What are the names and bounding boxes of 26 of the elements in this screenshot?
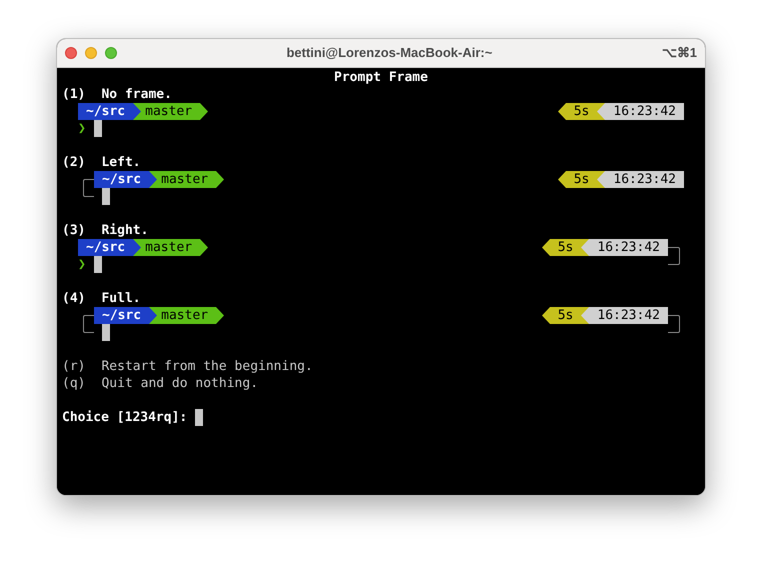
option-key: (3) xyxy=(62,222,86,239)
option-key: (2) xyxy=(62,154,86,171)
option-key: (1) xyxy=(62,86,86,103)
minimize-button[interactable] xyxy=(85,47,97,59)
window-shortcut: ⌥⌘1 xyxy=(662,44,697,62)
cursor xyxy=(102,188,110,205)
close-button[interactable] xyxy=(65,47,77,59)
option-key: (4) xyxy=(62,290,86,307)
cursor xyxy=(94,256,102,273)
prompt-symbol: ❯ xyxy=(78,256,86,273)
cursor xyxy=(94,120,102,137)
cursor xyxy=(102,324,110,341)
command-label: Restart from the beginning. xyxy=(101,358,313,375)
zoom-button[interactable] xyxy=(105,47,117,59)
input-field[interactable] xyxy=(195,409,204,426)
input-prompt: Choice [1234rq]: xyxy=(62,409,188,426)
option-label: Full. xyxy=(101,290,141,307)
command-label: Quit and do nothing. xyxy=(101,375,258,392)
command-key: (q) xyxy=(62,375,86,392)
window-title: bettini@Lorenzos-MacBook-Air:~ xyxy=(285,44,494,62)
prompt-symbol: ❯ xyxy=(78,120,86,137)
command-key: (r) xyxy=(62,358,86,375)
heading: Prompt Frame xyxy=(334,69,428,86)
option-label: No frame. xyxy=(101,86,172,103)
option-label: Left. xyxy=(101,154,141,171)
option-label: Right. xyxy=(101,222,148,239)
